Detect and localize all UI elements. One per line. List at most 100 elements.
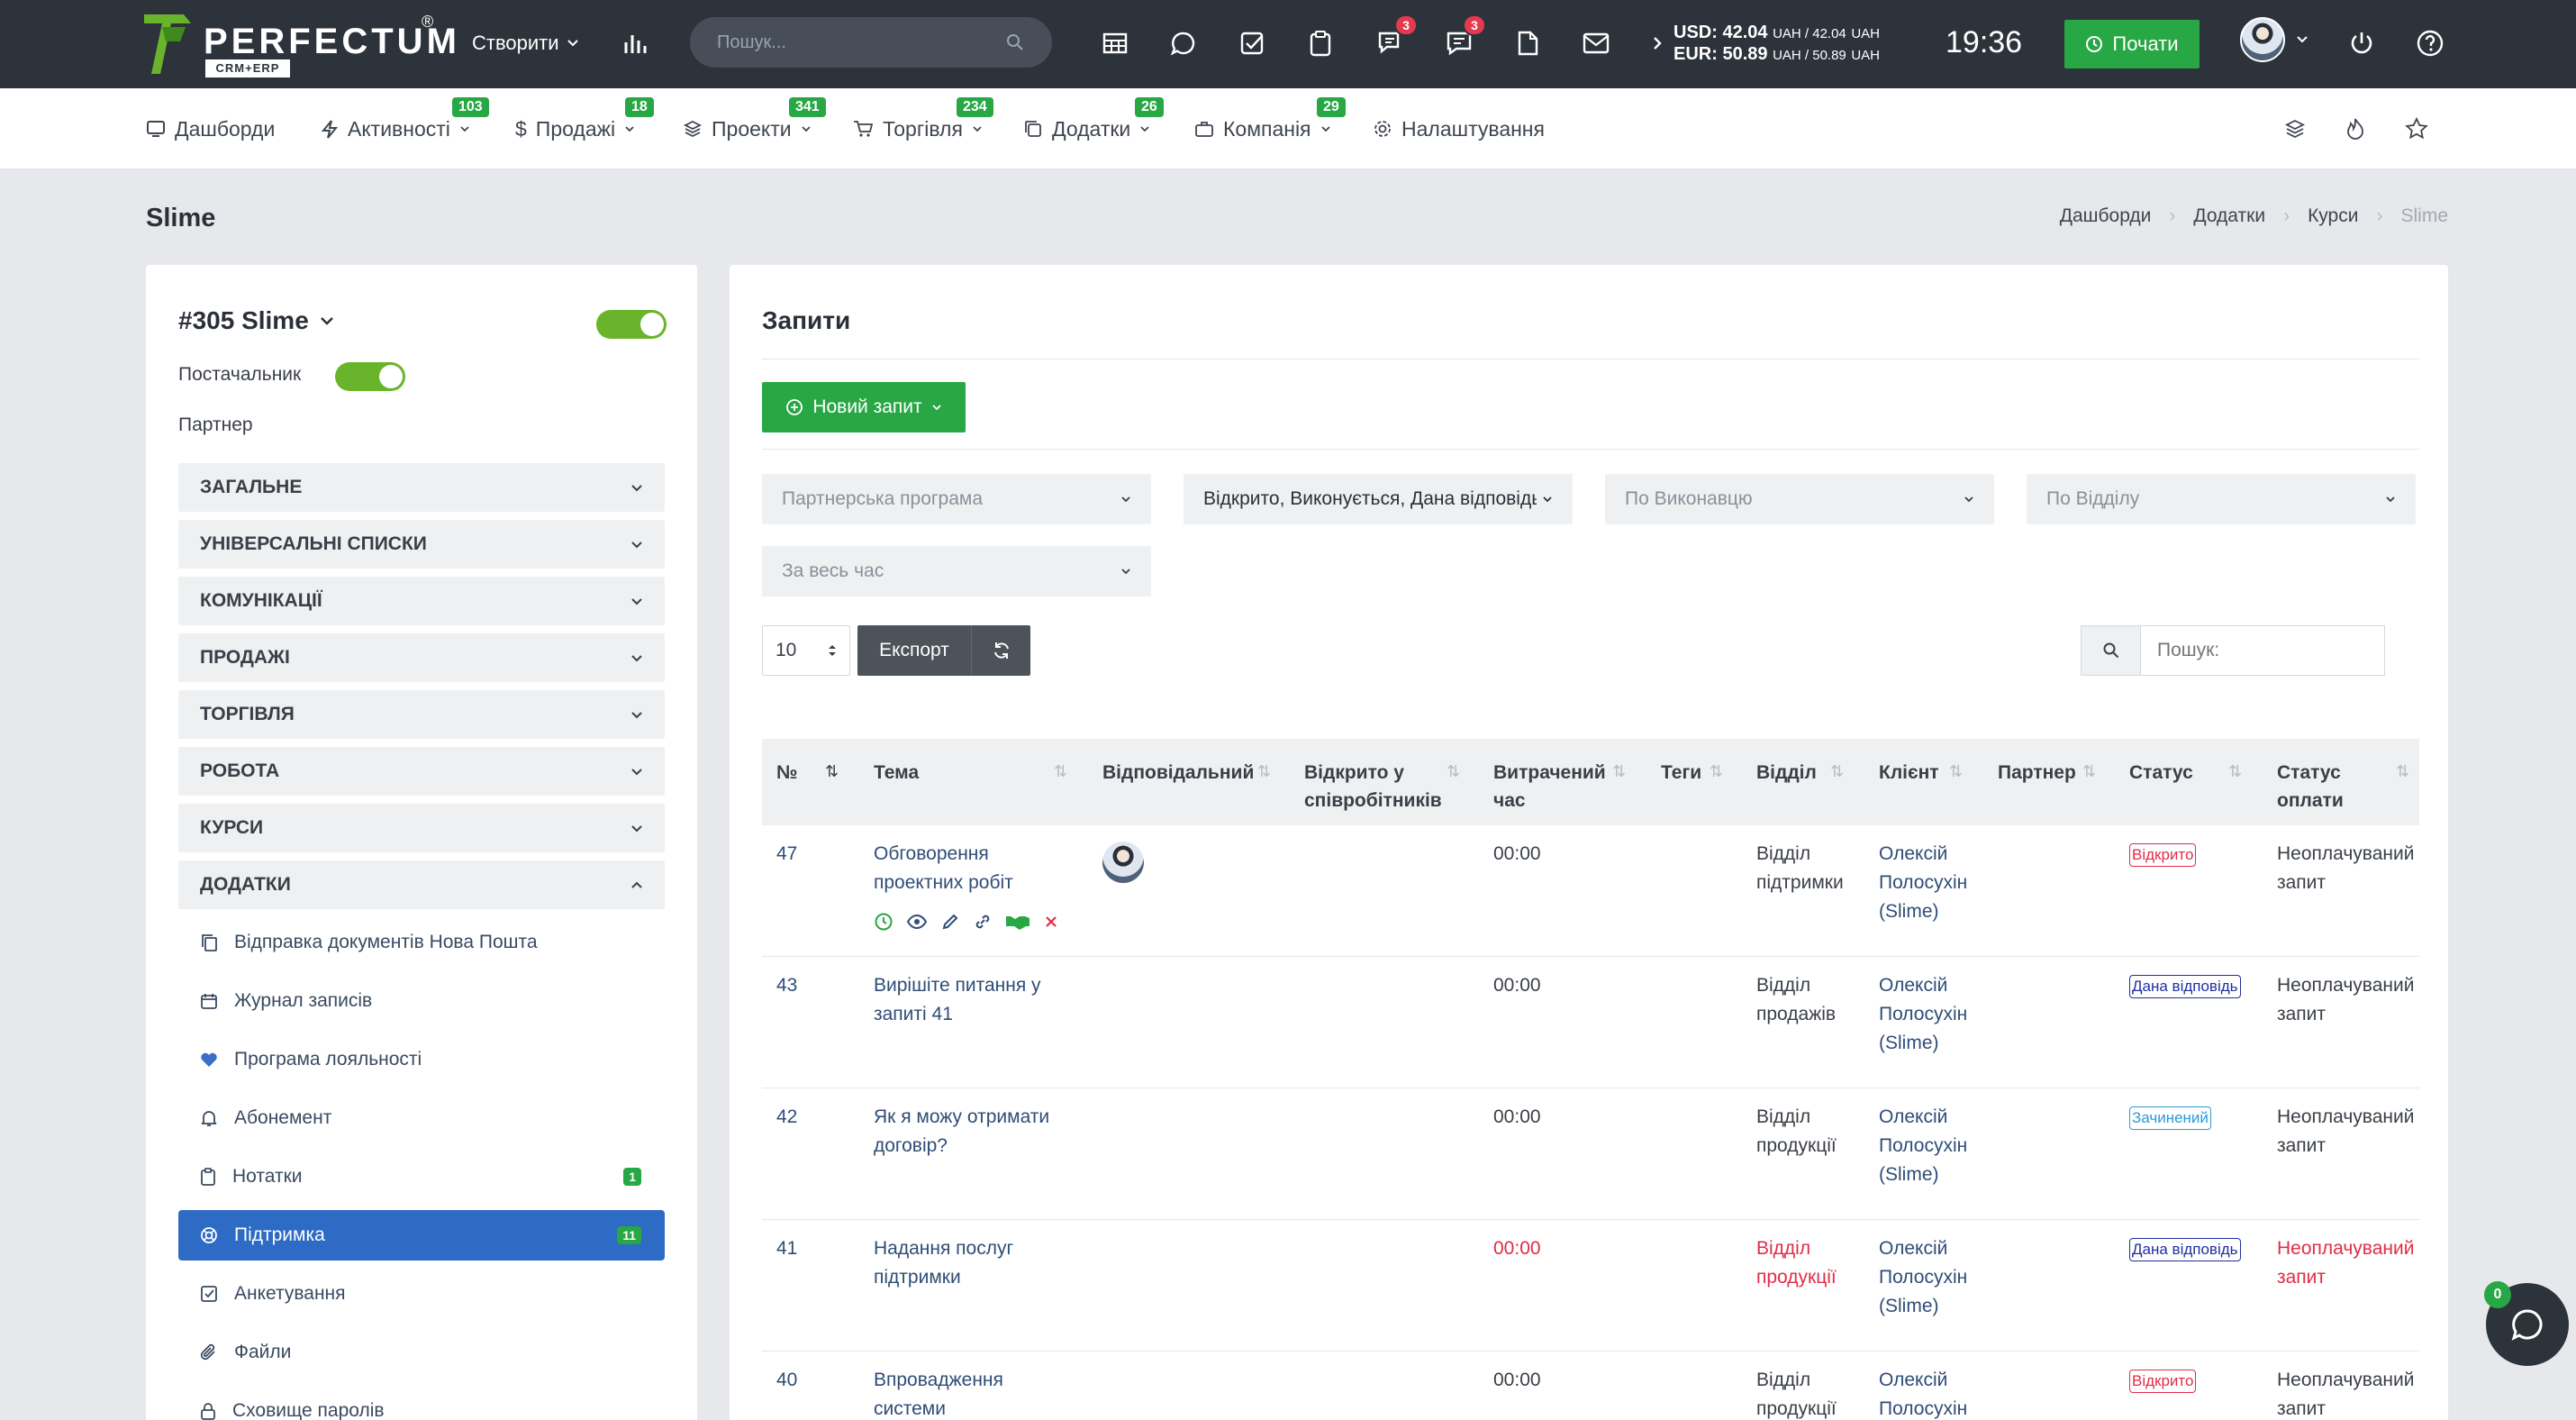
section-work[interactable]: РОБОТА	[178, 747, 665, 796]
create-menu-button[interactable]: Створити	[472, 25, 579, 61]
request-number[interactable]: 42	[776, 1103, 797, 1132]
request-number[interactable]: 43	[776, 971, 797, 1000]
nav-activities[interactable]: Активності 103	[321, 97, 489, 144]
subitem-nova-poshta[interactable]: Відправка документів Нова Пошта	[178, 917, 665, 968]
clock-icon[interactable]	[874, 912, 893, 932]
request-number[interactable]: 41	[776, 1234, 797, 1263]
nav-projects[interactable]: Проекти 341	[683, 97, 826, 144]
sort-icon[interactable]: ⇅	[1830, 762, 1844, 781]
calendar-table-icon[interactable]	[1097, 25, 1133, 61]
sort-icon[interactable]: ⇅	[2082, 762, 2096, 781]
table-row[interactable]: 43 Вирішіте питання у запиті 41 00:00 Ві…	[762, 957, 2419, 1088]
search-icon[interactable]	[1005, 32, 1025, 52]
nav-trade[interactable]: Торгівля 234	[852, 97, 993, 144]
sort-icon[interactable]: ⇅	[1949, 762, 1963, 781]
page-size-select[interactable]: 10	[762, 625, 850, 676]
section-communications[interactable]: КОМУНІКАЦІЇ	[178, 577, 665, 625]
sort-icon[interactable]: ⇅	[1447, 762, 1460, 781]
discussions-icon[interactable]: 3	[1373, 14, 1418, 61]
col-payment-status[interactable]: Статус оплати	[2277, 759, 2376, 815]
col-department[interactable]: Відділ	[1756, 759, 1817, 787]
link-icon[interactable]	[973, 912, 993, 932]
chat-bubble-icon[interactable]	[1166, 25, 1202, 61]
section-general[interactable]: ЗАГАЛЬНЕ	[178, 463, 665, 512]
breadcrumb-item[interactable]: Додатки	[2193, 205, 2265, 227]
col-partner[interactable]: Партнер	[1998, 759, 2076, 787]
client-link[interactable]: Олексій Полосухін (Slime)	[1879, 840, 1987, 926]
col-time-spent[interactable]: Витрачений час	[1493, 759, 1610, 815]
col-number[interactable]: №	[776, 759, 797, 787]
subitem-support[interactable]: Підтримка 11	[178, 1210, 665, 1261]
request-topic[interactable]: Впровадження системи	[874, 1366, 1072, 1420]
table-row[interactable]: 41 Надання послуг підтримки 00:00 Відділ…	[762, 1220, 2419, 1352]
supplier-toggle[interactable]	[335, 362, 405, 391]
power-icon[interactable]	[2344, 25, 2380, 61]
eye-icon[interactable]	[906, 914, 928, 930]
col-tags[interactable]: Теги	[1661, 759, 1701, 787]
table-row[interactable]: 47 Обговорення проектних робіт 00:00 Від…	[762, 825, 2419, 957]
pencil-icon[interactable]	[940, 912, 960, 932]
filter-status[interactable]: Відкрито, Виконується, Дана відповідь	[1184, 474, 1573, 524]
tasks-checkbox-icon[interactable]	[1234, 25, 1270, 61]
sort-icon[interactable]: ⇅	[2228, 762, 2242, 781]
sort-icon[interactable]: ⇅	[1710, 762, 1723, 781]
fire-icon[interactable]	[2345, 114, 2365, 144]
handshake-icon[interactable]	[1005, 913, 1030, 931]
document-icon[interactable]	[1510, 25, 1546, 61]
clipboard-icon[interactable]	[1302, 25, 1338, 61]
table-row[interactable]: 42 Як я можу отримати договір? 00:00 Від…	[762, 1088, 2419, 1220]
col-client[interactable]: Клієнт	[1879, 759, 1939, 787]
sort-icon[interactable]: ⇅	[2396, 762, 2409, 781]
request-number[interactable]: 47	[776, 840, 797, 869]
record-active-toggle[interactable]	[596, 310, 667, 339]
section-universal-lists[interactable]: УНІВЕРСАЛЬНІ СПИСКИ	[178, 520, 665, 569]
nav-addons[interactable]: Додатки 26	[1023, 97, 1164, 144]
table-row[interactable]: 40 Впровадження системи 00:00 Відділ про…	[762, 1352, 2419, 1420]
layers-toggle-icon[interactable]	[2284, 114, 2306, 144]
subitem-loyalty[interactable]: Програма лояльності	[178, 1034, 665, 1085]
record-title-dropdown[interactable]: #305 Slime	[178, 306, 334, 335]
request-topic[interactable]: Надання послуг підтримки	[874, 1234, 1072, 1292]
filter-department[interactable]: По Відділу	[2027, 474, 2416, 524]
nav-settings[interactable]: Налаштування	[1373, 114, 1545, 144]
col-opened-by-staff[interactable]: Відкрито у співробітників	[1304, 759, 1457, 815]
client-link[interactable]: Олексій Полосухін	[1879, 1366, 1987, 1420]
sort-desc-icon[interactable]: ⇅	[825, 762, 839, 781]
request-number[interactable]: 40	[776, 1366, 797, 1395]
sort-icon[interactable]: ⇅	[1612, 762, 1626, 781]
nav-company[interactable]: Компанія 29	[1194, 97, 1346, 144]
section-courses[interactable]: КУРСИ	[178, 804, 665, 852]
messages-icon[interactable]: 3	[1441, 14, 1486, 61]
request-topic[interactable]: Як я можу отримати договір?	[874, 1103, 1072, 1161]
table-search-input[interactable]	[2140, 625, 2385, 676]
request-topic[interactable]: Вирішіте питання у запиті 41	[874, 971, 1072, 1029]
section-trade[interactable]: ТОРГІВЛЯ	[178, 690, 665, 739]
chevron-right-icon[interactable]	[1639, 25, 1675, 61]
breadcrumb-item[interactable]: Курси	[2308, 205, 2358, 227]
breadcrumb-item[interactable]: Дашборди	[2060, 205, 2152, 227]
mail-icon[interactable]	[1578, 25, 1614, 61]
star-icon[interactable]	[2405, 114, 2428, 144]
client-link[interactable]: Олексій Полосухін (Slime)	[1879, 971, 1987, 1058]
reports-chart-icon[interactable]	[618, 25, 654, 61]
filter-partner-program[interactable]: Партнерська програма	[762, 474, 1151, 524]
section-addons[interactable]: ДОДАТКИ	[178, 860, 665, 909]
global-search-input[interactable]	[717, 32, 987, 53]
col-status[interactable]: Статус	[2129, 759, 2193, 787]
nav-sales[interactable]: $ Продажі 18	[515, 97, 654, 144]
close-icon[interactable]	[1043, 914, 1059, 930]
export-button[interactable]: Експорт	[857, 640, 971, 661]
filter-executor[interactable]: По Виконавцю	[1605, 474, 1994, 524]
subitem-surveys[interactable]: Анкетування	[178, 1269, 665, 1319]
subitem-password-vault[interactable]: Сховище паролів	[178, 1386, 665, 1420]
responsible-avatar[interactable]	[1102, 842, 1144, 883]
logo[interactable]: PERFECTUM ® CRM+ERP	[144, 13, 457, 77]
subitem-files[interactable]: Файли	[178, 1327, 665, 1378]
chat-widget-button[interactable]: 0	[2484, 1281, 2569, 1366]
global-search[interactable]	[690, 17, 1052, 68]
section-sales[interactable]: ПРОДАЖІ	[178, 633, 665, 682]
col-topic[interactable]: Тема	[874, 759, 919, 787]
subitem-journal[interactable]: Журнал записів	[178, 976, 665, 1026]
client-link[interactable]: Олексій Полосухін (Slime)	[1879, 1103, 1987, 1189]
sort-icon[interactable]: ⇅	[1257, 762, 1271, 781]
